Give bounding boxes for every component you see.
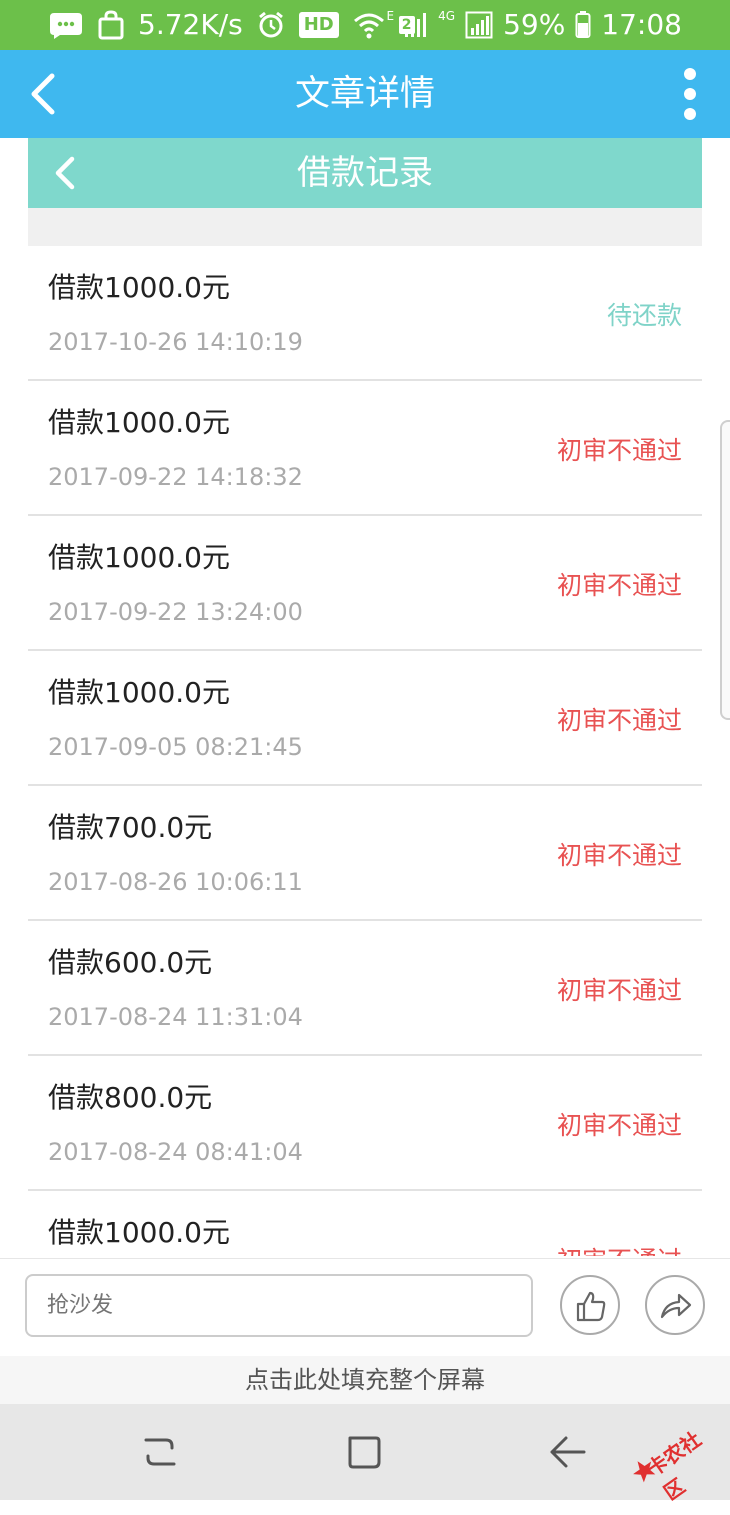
signal-box-icon <box>465 11 493 39</box>
loan-amount: 借款1000.0元 <box>48 541 230 574</box>
loan-amount: 借款700.0元 <box>48 811 213 844</box>
shopping-bag-icon <box>98 10 124 40</box>
status-bar-left: 5.72K/s HD 2 <box>48 9 415 41</box>
network-4g-label: 4G <box>438 9 456 23</box>
loan-date: 2017-08-26 10:06:11 <box>48 868 303 896</box>
loan-record-row[interactable]: 借款1000.0元 2017-09-05 08:21:45 初审不通过 <box>28 651 702 786</box>
nav-back-button[interactable] <box>548 1432 588 1472</box>
loan-record-row[interactable]: 借款1000.0元 初审不通过 <box>28 1191 702 1256</box>
loan-status: 初审不通过 <box>556 976 682 1005</box>
loan-status: 初审不通过 <box>556 706 682 735</box>
loan-record-row[interactable]: 借款1000.0元 2017-09-22 13:24:00 初审不通过 <box>28 516 702 651</box>
thumbs-up-icon <box>576 1291 606 1322</box>
loan-status: 初审不通过 <box>557 1241 682 1256</box>
loan-amount: 借款1000.0元 <box>48 676 230 709</box>
loan-status: 待还款 <box>606 301 682 330</box>
status-bar-right: E 4G 59% 17:08 <box>387 9 682 41</box>
loan-date: 2017-09-05 08:21:45 <box>48 733 303 761</box>
home-button[interactable] <box>344 1432 384 1472</box>
battery-icon <box>575 11 591 38</box>
loan-date: 2017-09-22 14:18:32 <box>48 463 303 491</box>
recents-button[interactable] <box>140 1432 180 1472</box>
network-e-label: E <box>386 9 395 23</box>
loan-record-list[interactable]: 借款1000.0元 2017-10-26 14:10:19 待还款 借款1000… <box>28 246 702 1256</box>
wifi-icon <box>353 13 384 39</box>
system-nav-bar: 卡农社区 <box>0 1404 730 1505</box>
loan-date: 2017-09-22 13:24:00 <box>48 598 303 626</box>
loan-amount: 借款800.0元 <box>48 1081 213 1114</box>
loan-record-row[interactable]: 借款800.0元 2017-08-24 08:41:04 初审不通过 <box>28 1056 702 1191</box>
loan-date: 2017-08-24 11:31:04 <box>48 1003 303 1031</box>
more-menu-button[interactable] <box>680 66 700 122</box>
page-title: 文章详情 <box>294 74 435 114</box>
loan-records-header: 借款记录 <box>28 138 702 208</box>
loan-status: 初审不通过 <box>556 436 682 465</box>
loan-amount: 借款600.0元 <box>48 946 213 979</box>
loan-amount: 借款1000.0元 <box>48 271 230 304</box>
status-bar: 5.72K/s HD 2 E 4G 59% 17:08 <box>0 0 730 50</box>
loan-record-row[interactable]: 借款700.0元 2017-08-26 10:06:11 初审不通过 <box>28 786 702 921</box>
comment-input[interactable] <box>25 1274 533 1337</box>
loan-record-row[interactable]: 借款1000.0元 2017-09-22 14:18:32 初审不通过 <box>28 381 702 516</box>
home-icon <box>348 1436 381 1469</box>
loan-date: 2017-08-24 08:41:04 <box>48 1138 303 1166</box>
nav-back-icon <box>550 1436 586 1468</box>
alarm-icon <box>258 11 283 38</box>
loan-date: 2017-10-26 14:10:19 <box>48 328 303 356</box>
message-icon <box>50 13 82 39</box>
like-button[interactable] <box>560 1275 620 1335</box>
hd-badge: HD <box>298 12 339 38</box>
loan-amount: 借款1000.0元 <box>48 1216 230 1249</box>
comment-bar <box>0 1258 730 1357</box>
loan-status: 初审不通过 <box>556 1111 682 1140</box>
battery-percent: 59% <box>503 8 566 41</box>
watermark-text: 卡农社区 <box>642 1426 706 1505</box>
loan-record-row[interactable]: 借款1000.0元 2017-10-26 14:10:19 待还款 <box>28 246 702 381</box>
share-icon <box>660 1293 692 1319</box>
loan-amount: 借款1000.0元 <box>48 406 230 439</box>
loan-status: 初审不通过 <box>556 841 682 870</box>
app-header: 文章详情 <box>0 50 730 138</box>
more-vertical-icon <box>684 68 696 120</box>
loan-status: 初审不通过 <box>556 571 682 600</box>
scroll-handle[interactable] <box>720 420 730 720</box>
network-speed: 5.72K/s <box>138 8 243 41</box>
signal-icon <box>405 13 427 37</box>
fill-screen-banner[interactable]: 点击此处填充整个屏幕 <box>0 1356 730 1404</box>
share-button[interactable] <box>645 1275 705 1335</box>
recents-icon <box>144 1438 176 1466</box>
loan-record-row[interactable]: 借款600.0元 2017-08-24 11:31:04 初审不通过 <box>28 921 702 1056</box>
separator-band <box>28 208 702 246</box>
clock: 17:08 <box>601 8 682 41</box>
loan-records-title: 借款记录 <box>297 153 433 193</box>
watermark-logo: 卡农社区 <box>619 1403 729 1505</box>
